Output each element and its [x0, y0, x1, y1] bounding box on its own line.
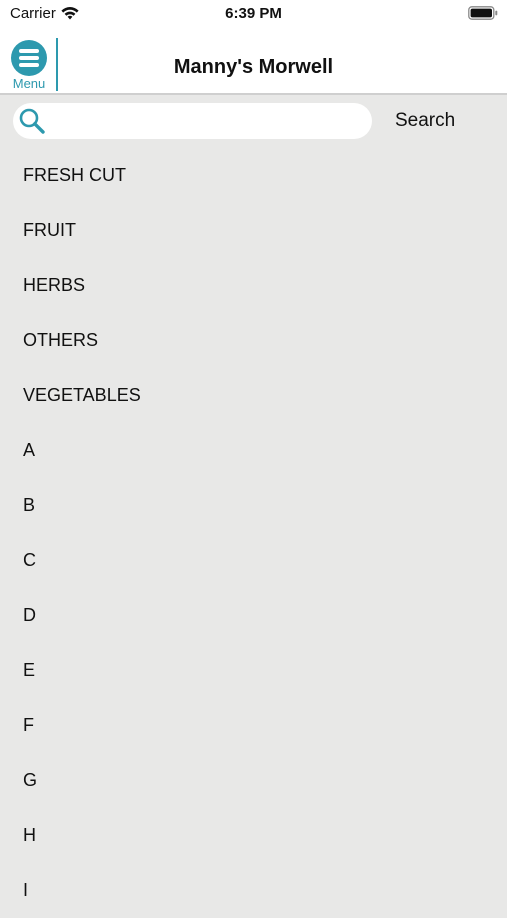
- search-field[interactable]: [13, 103, 372, 139]
- clock-time: 6:39 PM: [225, 5, 282, 22]
- category-list: FRESH CUT FRUIT HERBS OTHERS VEGETABLES A B C D E…: [0, 148, 507, 918]
- list-item[interactable]: H: [0, 808, 507, 863]
- battery-icon: [468, 6, 498, 20]
- search-bar: Search: [0, 95, 507, 149]
- page-title: Manny's Morwell: [173, 56, 334, 78]
- list-item[interactable]: E: [0, 643, 507, 698]
- search-icon: [19, 108, 45, 134]
- list-item[interactable]: I: [0, 863, 507, 918]
- list-item[interactable]: G: [0, 753, 507, 808]
- search-input[interactable]: [53, 107, 367, 137]
- search-button[interactable]: Search: [395, 110, 475, 134]
- list-item[interactable]: FRESH CUT: [0, 148, 507, 203]
- list-item[interactable]: VEGETABLES: [0, 368, 507, 423]
- list-item[interactable]: OTHERS: [0, 313, 507, 368]
- list-item[interactable]: A: [0, 423, 507, 478]
- status-bar: Carrier 6:39 PM: [0, 0, 507, 30]
- list-item[interactable]: F: [0, 698, 507, 753]
- list-item[interactable]: FRUIT: [0, 203, 507, 258]
- app-header: Menu Manny's Morwell: [0, 30, 507, 95]
- list-item[interactable]: C: [0, 533, 507, 588]
- list-item[interactable]: B: [0, 478, 507, 533]
- list-item[interactable]: D: [0, 588, 507, 643]
- list-item[interactable]: HERBS: [0, 258, 507, 313]
